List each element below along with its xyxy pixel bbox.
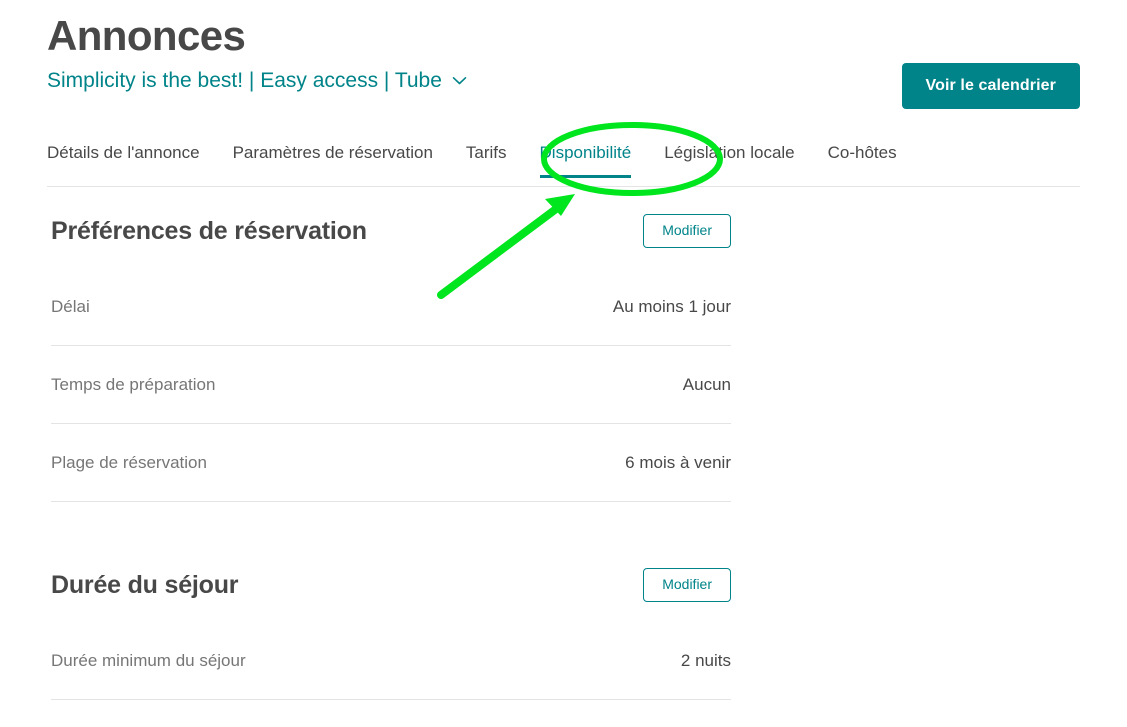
tab-bar-divider	[47, 186, 1080, 187]
main-content: Préférences de réservation Modifier Déla…	[51, 210, 731, 700]
edit-length-of-stay-button[interactable]: Modifier	[643, 568, 731, 602]
chevron-down-icon	[451, 72, 468, 89]
row-value: Au moins 1 jour	[612, 296, 731, 316]
section-title: Durée du séjour	[51, 570, 239, 599]
table-row: Temps de préparation Aucun	[51, 346, 731, 424]
listing-selector-label: Simplicity is the best! | Easy access | …	[47, 69, 442, 93]
row-value: Aucun	[682, 374, 731, 394]
row-label: Délai	[51, 296, 90, 316]
tab-co-hosts[interactable]: Co-hôtes	[828, 143, 897, 178]
listing-availability-page: Annonces Simplicity is the best! | Easy …	[0, 0, 1127, 727]
page-title: Annonces	[47, 12, 246, 59]
tab-listing-details[interactable]: Détails de l'annonce	[47, 143, 200, 178]
section-title: Préférences de réservation	[51, 216, 367, 245]
listing-selector[interactable]: Simplicity is the best! | Easy access | …	[47, 68, 468, 93]
section-header: Durée du séjour Modifier	[51, 564, 731, 606]
table-row: Délai Au moins 1 jour	[51, 268, 731, 346]
table-row: Durée minimum du séjour 2 nuits	[51, 622, 731, 700]
tab-local-laws[interactable]: Législation locale	[664, 143, 794, 178]
settings-list: Délai Au moins 1 jour Temps de préparati…	[51, 268, 731, 502]
section-booking-preferences: Préférences de réservation Modifier Déla…	[51, 210, 731, 502]
settings-list: Durée minimum du séjour 2 nuits	[51, 622, 731, 700]
tab-availability[interactable]: Disponibilité	[539, 143, 631, 178]
row-value: 6 mois à venir	[625, 452, 731, 472]
tab-bar: Détails de l'annonce Paramètres de réser…	[47, 143, 1080, 178]
row-value: 2 nuits	[680, 650, 731, 670]
row-label: Durée minimum du séjour	[51, 650, 246, 670]
view-calendar-button[interactable]: Voir le calendrier	[901, 63, 1080, 109]
tab-booking-settings[interactable]: Paramètres de réservation	[233, 143, 433, 178]
section-header: Préférences de réservation Modifier	[51, 210, 731, 252]
tab-pricing[interactable]: Tarifs	[466, 143, 507, 178]
table-row: Plage de réservation 6 mois à venir	[51, 424, 731, 502]
row-label: Plage de réservation	[51, 452, 207, 472]
edit-booking-preferences-button[interactable]: Modifier	[643, 214, 731, 248]
section-length-of-stay: Durée du séjour Modifier Durée minimum d…	[51, 564, 731, 700]
row-label: Temps de préparation	[51, 374, 216, 394]
